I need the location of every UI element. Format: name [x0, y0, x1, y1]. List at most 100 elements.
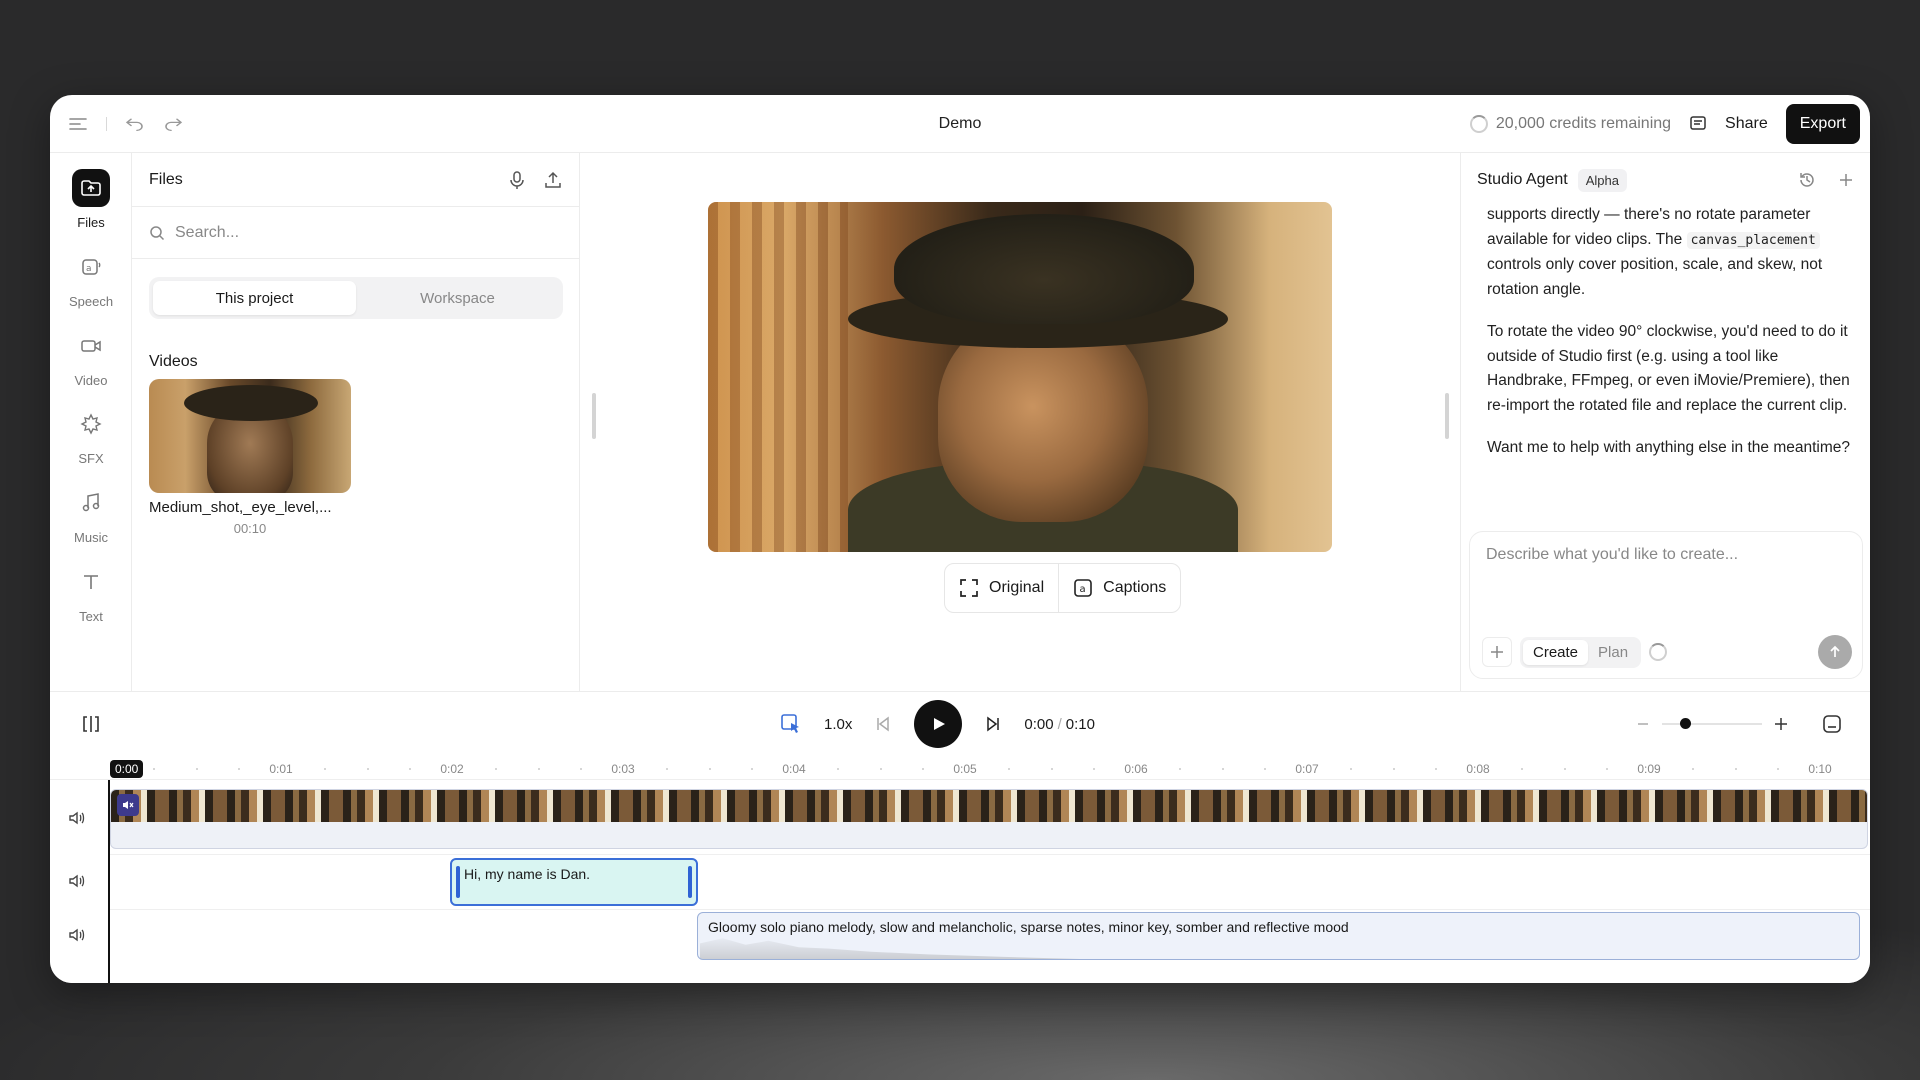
- total-time: 0:10: [1065, 715, 1095, 733]
- nav-sfx[interactable]: SFX: [50, 405, 132, 466]
- send-button[interactable]: [1818, 635, 1852, 669]
- video-camera-icon: [72, 327, 110, 365]
- clip-trim-handle-left[interactable]: [456, 866, 460, 898]
- ruler-tick: [1734, 768, 1737, 770]
- ruler-tick: [1178, 768, 1181, 770]
- zoom-in-icon[interactable]: [1774, 717, 1788, 731]
- ruler-tick: [1435, 768, 1438, 770]
- play-button[interactable]: [914, 700, 963, 748]
- preview-curtain: [708, 202, 848, 552]
- ruler-tick-label: 0:10: [1808, 762, 1832, 776]
- current-time: 0:00: [1024, 715, 1054, 733]
- select-cursor-icon[interactable]: [780, 713, 802, 735]
- divider: [106, 117, 107, 131]
- mode-plan[interactable]: Plan: [1588, 640, 1638, 665]
- speaker-icon[interactable]: [68, 873, 90, 894]
- speech-clip-text: Hi, my name is Dan.: [464, 866, 591, 882]
- track-divider: [110, 909, 1870, 910]
- history-icon[interactable]: [1798, 171, 1816, 189]
- search-input[interactable]: [175, 223, 562, 242]
- left-nav: Files a Speech Video SFX Music Text: [50, 153, 132, 691]
- ruler-tick: [1392, 768, 1395, 770]
- upload-folder-icon: [72, 169, 110, 207]
- export-button[interactable]: Export: [1785, 104, 1860, 144]
- agent-messages: supports directly — there's no rotate pa…: [1487, 203, 1857, 479]
- ruler-tick: [1007, 768, 1010, 770]
- muted-audio-icon[interactable]: [117, 794, 139, 816]
- ruler-tick: [238, 768, 241, 770]
- zoom-slider-knob[interactable]: [1680, 718, 1691, 729]
- new-chat-plus-icon[interactable]: [1838, 172, 1854, 188]
- app-window: Demo 20,000 credits remaining Share Expo…: [50, 95, 1870, 983]
- video-preview[interactable]: [708, 202, 1332, 552]
- studio-agent-panel: Studio Agent Alpha supports directly — t…: [1460, 153, 1870, 691]
- speaker-icon[interactable]: [68, 810, 90, 831]
- nav-label: Files: [77, 215, 105, 230]
- time-ruler[interactable]: 0:01 0:02 0:03 0:04 0:05 0:06 0:07 0:08 0:09 0:10: [50, 756, 1870, 780]
- right-resize-handle[interactable]: [1445, 393, 1449, 439]
- preview-hat: [894, 214, 1194, 324]
- nav-label: Speech: [68, 294, 114, 309]
- ruler-tick: [879, 768, 882, 770]
- ruler-tick: [366, 768, 369, 770]
- top-bar: Demo 20,000 credits remaining Share Expo…: [50, 95, 1870, 153]
- video-thumbnail[interactable]: [149, 379, 351, 493]
- ruler-tick: [1606, 768, 1609, 770]
- ruler-tick: [195, 768, 198, 770]
- nav-music[interactable]: Music: [50, 484, 132, 545]
- captions-toggle-icon[interactable]: [1822, 714, 1842, 734]
- microphone-icon[interactable]: [509, 170, 525, 190]
- feedback-icon[interactable]: [1689, 115, 1707, 133]
- video-clip-track[interactable]: [110, 789, 1868, 849]
- clip-trim-handle-right[interactable]: [688, 866, 692, 898]
- undo-icon[interactable]: [125, 116, 145, 132]
- playhead-time[interactable]: 0:00: [110, 760, 144, 778]
- zoom-slider[interactable]: [1662, 718, 1762, 729]
- ruler-tick: [1563, 768, 1566, 770]
- playback-speed[interactable]: 1.0x: [824, 716, 852, 733]
- zoom-out-icon[interactable]: [1636, 717, 1650, 731]
- mode-create[interactable]: Create: [1523, 639, 1589, 665]
- nav-speech[interactable]: a Speech: [50, 248, 132, 309]
- tab-workspace[interactable]: Workspace: [356, 281, 559, 315]
- prompt-input[interactable]: [1486, 546, 1846, 606]
- upload-icon[interactable]: [543, 170, 563, 190]
- video-file-duration: 00:10: [233, 521, 267, 536]
- original-label: Original: [989, 579, 1045, 596]
- nav-video[interactable]: Video: [50, 327, 132, 388]
- ruler-tick-label: 0:08: [1466, 762, 1490, 776]
- ruler-tick: [1691, 768, 1694, 770]
- nav-text[interactable]: Text: [50, 563, 132, 624]
- speaker-icon[interactable]: [68, 927, 90, 948]
- ruler-tick-label: 0:01: [269, 762, 293, 776]
- ruler-tick: [580, 768, 583, 770]
- nav-label: Video: [74, 373, 108, 388]
- ruler-tick: [836, 768, 839, 770]
- skip-back-icon[interactable]: [874, 715, 892, 733]
- music-clip[interactable]: Gloomy solo piano melody, slow and melan…: [697, 912, 1860, 960]
- agent-header: Studio Agent Alpha: [1461, 153, 1870, 207]
- nav-files[interactable]: Files: [50, 169, 132, 230]
- ruler-tick: [665, 768, 668, 770]
- tab-this-project[interactable]: This project: [153, 281, 356, 315]
- captions-button[interactable]: a Captions: [1058, 564, 1180, 612]
- nav-label: Music: [74, 530, 108, 545]
- ruler-tick: [708, 768, 711, 770]
- ruler-tick-label: 0:05: [953, 762, 977, 776]
- speech-clip[interactable]: Hi, my name is Dan.: [450, 858, 698, 906]
- split-clip-icon[interactable]: [80, 713, 102, 735]
- ruler-tick: [751, 768, 754, 770]
- attach-plus-icon[interactable]: [1482, 637, 1512, 667]
- ruler-tick: [1520, 768, 1523, 770]
- music-note-icon: [72, 484, 110, 522]
- alpha-badge: Alpha: [1577, 168, 1627, 192]
- redo-icon[interactable]: [163, 116, 183, 132]
- share-button[interactable]: Share: [1725, 115, 1768, 133]
- skip-forward-icon[interactable]: [984, 715, 1002, 733]
- track-divider: [110, 854, 1870, 855]
- ruler-tick-label: 0:09: [1637, 762, 1661, 776]
- ruler-tick: [152, 768, 155, 770]
- left-resize-handle[interactable]: [592, 393, 596, 439]
- original-button[interactable]: Original: [945, 564, 1058, 612]
- menu-icon[interactable]: [68, 116, 88, 132]
